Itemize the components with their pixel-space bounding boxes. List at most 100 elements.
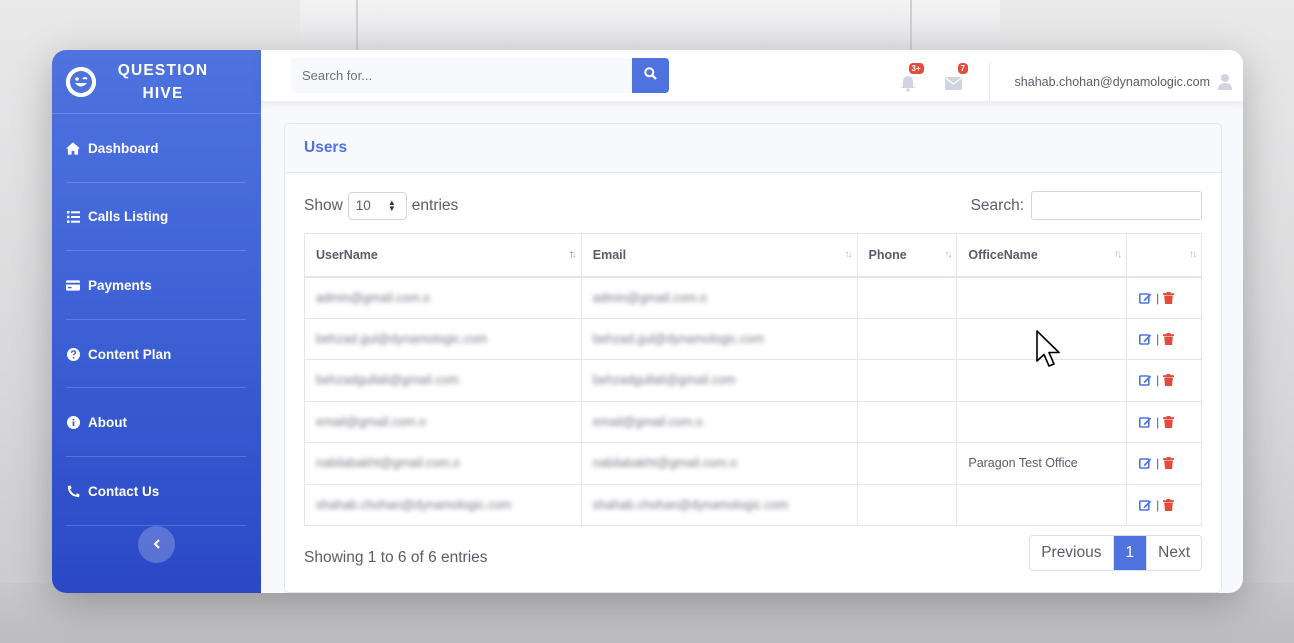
cell-username: admin@gmail.com.o [304,276,582,319]
sort-icon: ↑↓ [844,249,853,260]
table-body: admin@gmail.com.o admin@gmail.com.o | be… [304,276,1202,526]
column-header-username[interactable]: UserName ↑↓ [304,233,582,278]
cell-email: admin@gmail.com.o [580,276,858,319]
background-frame [356,0,358,50]
sort-icon: ↑↓ [568,249,577,260]
topbar: 3+ 7 shahab.chohan@dynamologic.com [261,50,1243,101]
table-search-label: Search: [970,196,1024,214]
sort-icon: ↑↓ [1114,249,1122,260]
cell-phone [856,400,958,443]
cell-actions: | [1126,442,1202,485]
table-row: behzad.gul@dynamologic.com behzad.gul@dy… [304,317,1202,360]
content-area: Users Show 10 ▲ ▼ entries Search: UserNa… [261,101,1243,593]
trash-icon[interactable] [1163,291,1175,304]
email-text: behzad.gul@dynamologic.com [592,331,764,346]
email-text: admin@gmail.com.o [592,290,707,305]
brand[interactable]: QUESTION HIVE [52,50,261,114]
username-text: nabilabakht@gmail.com.o [316,456,461,471]
trash-icon[interactable] [1163,498,1175,511]
sidebar-item-content-plan[interactable]: Content Plan [52,320,261,389]
cell-actions: | [1126,317,1202,360]
cell-phone [856,276,958,319]
messages-badge: 7 [957,62,968,74]
column-header-officename[interactable]: OfficeName ↑↓ [956,233,1128,278]
sidebar-toggle-button[interactable] [138,526,175,563]
trash-icon[interactable] [1163,415,1175,428]
edit-icon[interactable] [1139,499,1152,511]
email-text: behzadgullali@gmail.com [592,373,736,388]
pagination: Previous 1 Next [1029,535,1202,571]
table-row: email@gmail.com.o email@gmail.com.o | [304,400,1202,443]
cell-email: behzadgullali@gmail.com [580,359,858,402]
username-text: behzad.gul@dynamologic.com [316,331,488,346]
action-separator: | [1156,497,1160,512]
cell-actions: | [1126,400,1202,443]
credit-card-icon [66,278,80,292]
edit-icon[interactable] [1139,374,1152,387]
column-header-email[interactable]: Email ↑↓ [580,233,858,278]
cell-officename [956,483,1128,526]
next-page-button[interactable]: Next [1146,536,1201,570]
sidebar-item-contact-us[interactable]: Contact Us [52,457,261,526]
info-circle-icon [66,416,80,430]
table-controls: Show 10 ▲ ▼ entries Search: [285,191,1221,220]
table-search-input[interactable] [1031,191,1202,220]
username-text: admin@gmail.com.o [316,290,431,305]
table-search: Search: [971,191,1202,220]
sidebar-item-calls-listing[interactable]: Calls Listing [52,183,261,252]
column-header-phone[interactable]: Phone ↑↓ [856,233,958,278]
sidebar-item-payments[interactable]: Payments [52,251,261,320]
column-header-actions[interactable]: ↑↓ [1126,233,1202,278]
cell-phone [856,317,958,360]
cell-phone [856,442,958,485]
table-info: Showing 1 to 6 of 6 entries [304,549,488,566]
search-button[interactable] [632,58,669,93]
cell-username: behzad.gul@dynamologic.com [304,317,582,360]
action-separator: | [1156,414,1160,429]
chevron-left-icon [153,536,161,554]
search-input[interactable] [291,58,632,93]
cell-email: shahab.chohan@dynamologic.com [580,483,858,526]
cell-officename [956,400,1128,443]
trash-icon[interactable] [1163,332,1175,345]
page-1-button[interactable]: 1 [1112,536,1147,570]
sidebar-item-dashboard[interactable]: Dashboard [52,114,261,183]
users-table: UserName ↑↓ Email ↑↓ Phone ↑↓ OfficeName… [304,233,1202,526]
trash-icon[interactable] [1163,374,1175,387]
action-separator: | [1156,373,1160,388]
trash-icon[interactable] [1163,457,1175,470]
select-arrows-icon: ▲ ▼ [387,197,396,213]
alerts-button[interactable]: 3+ [900,62,924,93]
cell-actions: | [1126,359,1202,402]
user-email[interactable]: shahab.chohan@dynamologic.com [1015,75,1210,89]
sidebar-item-label: Content Plan [88,346,172,362]
username-text: shahab.chohan@dynamologic.com [316,497,512,512]
table-header-row: UserName ↑↓ Email ↑↓ Phone ↑↓ OfficeName… [304,233,1202,278]
sidebar: QUESTION HIVE Dashboard Calls Listing Pa… [52,50,261,593]
edit-icon[interactable] [1139,457,1152,470]
cell-actions: | [1126,483,1202,526]
sidebar-item-label: Contact Us [88,483,160,499]
previous-page-button[interactable]: Previous [1030,536,1113,570]
cell-email: email@gmail.com.o [580,400,858,443]
column-header-label: Email [592,247,627,262]
messages-button[interactable]: 7 [944,62,968,93]
cell-username: behzadgullali@gmail.com [304,359,582,402]
edit-icon[interactable] [1139,333,1152,345]
edit-icon[interactable] [1139,416,1152,428]
table-row: behzadgullali@gmail.com behzadgullali@gm… [304,359,1202,402]
email-text: shahab.chohan@dynamologic.com [592,497,789,512]
topbar-divider [988,62,990,101]
card-header: Users [285,124,1221,173]
brand-name: QUESTION HIVE [117,61,209,102]
sidebar-item-about[interactable]: About [52,388,261,457]
topbar-right: 3+ 7 shahab.chohan@dynamologic.com [900,50,1243,113]
entries-select[interactable]: 10 ▲ ▼ [347,191,407,220]
user-avatar-icon[interactable] [1218,73,1232,90]
home-icon [66,141,80,155]
column-header-label: UserName [316,247,378,262]
edit-icon[interactable] [1139,292,1152,304]
cell-phone [856,359,958,402]
sidebar-item-label: Calls Listing [88,209,169,225]
sort-icon: ↑↓ [944,249,952,260]
